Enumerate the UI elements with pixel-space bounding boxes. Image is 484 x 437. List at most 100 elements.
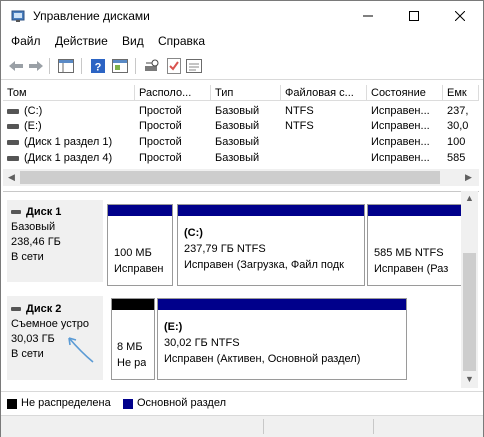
back-arrow-icon <box>9 61 23 71</box>
partition-text: 100 МБ Исправен <box>114 229 164 277</box>
table-row[interactable]: (Диск 1 раздел 1) Простой Базовый Исправ… <box>3 136 479 151</box>
partition-size: 100 МБ <box>114 247 152 259</box>
properties-button[interactable] <box>111 57 129 75</box>
disk-management-app-icon <box>11 10 25 22</box>
capacity-cell: 30,0 <box>447 120 469 132</box>
disk-1-partition-1[interactable]: 100 МБ Исправен <box>107 204 173 286</box>
title-bar[interactable]: Управление дисками <box>1 1 483 31</box>
help-button[interactable]: ? <box>89 57 107 75</box>
help-icon: ? <box>91 59 105 74</box>
layout-cell: Простой <box>139 152 182 164</box>
disk-2-partition-e[interactable]: (E:) 30,02 ГБ NTFS Исправен (Активен, Ос… <box>157 298 407 380</box>
volume-list-header: Том Располо... Тип Файловая с... Состоян… <box>3 85 479 102</box>
layout-cell: Простой <box>139 120 182 132</box>
primary-partition-bar <box>368 205 462 216</box>
scroll-left-icon[interactable]: ◀ <box>8 172 15 183</box>
checklist-icon <box>167 58 181 74</box>
disk-management-window: Управление дисками Файл Действие Вид Спр… <box>0 0 484 437</box>
close-icon <box>455 11 465 21</box>
partition-status: Исправен (Раз <box>374 263 449 275</box>
status-bar <box>1 415 483 437</box>
settings-list-button[interactable] <box>185 57 203 75</box>
drive-icon <box>7 155 19 161</box>
column-header-type[interactable]: Тип <box>211 85 281 101</box>
volume-list-horizontal-scrollbar[interactable]: ◀ ▶ <box>3 169 479 186</box>
partition-size: 8 МБ <box>117 341 143 353</box>
volume-name: (Диск 1 раздел 4) <box>24 152 113 164</box>
status-cell: Исправен... <box>371 136 430 148</box>
forward-arrow-icon <box>29 61 43 71</box>
check-button[interactable] <box>165 57 183 75</box>
disk-1-name: Диск 1 <box>26 206 62 218</box>
column-header-capacity[interactable]: Емк <box>443 85 479 101</box>
table-row[interactable]: (Диск 1 раздел 4) Простой Базовый Исправ… <box>3 152 479 167</box>
minimize-button[interactable] <box>345 1 391 31</box>
menu-file[interactable]: Файл <box>11 34 41 48</box>
menu-action[interactable]: Действие <box>55 34 108 48</box>
status-cell: Исправен... <box>371 105 430 117</box>
partition-label: (E:) <box>164 321 183 333</box>
partition-label: (C:) <box>184 227 203 239</box>
close-button[interactable] <box>437 1 483 31</box>
column-header-status[interactable]: Состояние <box>367 85 443 101</box>
unallocated-swatch <box>7 399 17 409</box>
console-tree-button[interactable] <box>57 57 75 75</box>
partition-status: Исправен (Загрузка, Файл подк <box>184 259 344 271</box>
partition-status: Не ра <box>117 357 147 369</box>
disk-1-partition-c[interactable]: (C:) 237,79 ГБ NTFS Исправен (Загрузка, … <box>177 204 365 286</box>
column-header-volume[interactable]: Том <box>3 85 135 101</box>
drive-icon <box>7 139 19 145</box>
partition-text: 8 МБ Не ра <box>117 323 146 371</box>
partition-text: (E:) 30,02 ГБ NTFS Исправен (Активен, Ос… <box>164 319 360 367</box>
scroll-right-icon[interactable]: ▶ <box>465 172 472 183</box>
forward-button[interactable] <box>27 57 45 75</box>
menu-help[interactable]: Справка <box>158 34 205 48</box>
disk-1-size: 238,46 ГБ <box>11 236 61 248</box>
disk-2-name: Диск 2 <box>26 303 62 315</box>
minimize-icon <box>363 15 373 17</box>
svg-text:?: ? <box>95 62 102 74</box>
partition-text: (C:) 237,79 ГБ NTFS Исправен (Загрузка, … <box>184 225 344 273</box>
properties-icon <box>112 59 128 73</box>
primary-partition-bar <box>158 299 406 310</box>
horizontal-scroll-thumb[interactable] <box>20 171 440 184</box>
maximize-icon <box>409 11 419 21</box>
scroll-down-icon[interactable]: ▼ <box>465 374 474 384</box>
connect-disk-button[interactable] <box>143 57 161 75</box>
capacity-cell: 237, <box>447 105 469 117</box>
disk-2-unallocated[interactable]: 8 МБ Не ра <box>111 298 155 380</box>
column-header-layout[interactable]: Располо... <box>135 85 211 101</box>
menu-view[interactable]: Вид <box>122 34 144 48</box>
menu-bar: Файл Действие Вид Справка <box>1 31 483 51</box>
filesystem-cell: NTFS <box>285 105 314 117</box>
volume-name: (Диск 1 раздел 1) <box>24 136 113 148</box>
toolbar: ? <box>1 53 483 80</box>
capacity-cell: 100 <box>447 136 466 148</box>
disk-view-vertical-scrollbar[interactable]: ▲ ▼ <box>461 191 478 388</box>
partition-size: 237,79 ГБ NTFS <box>184 243 266 255</box>
type-cell: Базовый <box>215 136 260 148</box>
primary-swatch <box>123 399 133 409</box>
legend: Не распределена Основной раздел <box>1 391 483 414</box>
list-window-icon <box>186 59 202 73</box>
volume-name-cell: (Диск 1 раздел 1) <box>3 136 137 148</box>
scroll-up-icon[interactable]: ▲ <box>465 193 474 203</box>
disk-icon <box>11 210 21 215</box>
column-header-filesystem[interactable]: Файловая с... <box>281 85 367 101</box>
volume-name: (E:) <box>24 120 42 132</box>
legend-unallocated-label: Не распределена <box>21 397 111 409</box>
maximize-button[interactable] <box>391 1 437 31</box>
disk-icon <box>11 307 21 312</box>
partition-size: 585 МБ NTFS <box>374 247 444 259</box>
vertical-scroll-thumb[interactable] <box>463 253 476 371</box>
table-row[interactable]: (E:) Простой Базовый NTFS Исправен... 30… <box>3 120 479 135</box>
disk-1-info[interactable]: Диск 1 Базовый 238,46 ГБ В сети <box>7 200 103 282</box>
disk-1-status: В сети <box>11 251 44 263</box>
table-row[interactable]: (C:) Простой Базовый NTFS Исправен... 23… <box>3 105 479 120</box>
window-title: Управление дисками <box>33 9 150 23</box>
primary-partition-bar <box>108 205 172 216</box>
status-cell: Исправен... <box>371 120 430 132</box>
disk-1-partition-4[interactable]: 585 МБ NTFS Исправен (Раз <box>367 204 463 286</box>
unallocated-bar <box>112 299 154 310</box>
back-button[interactable] <box>7 57 25 75</box>
